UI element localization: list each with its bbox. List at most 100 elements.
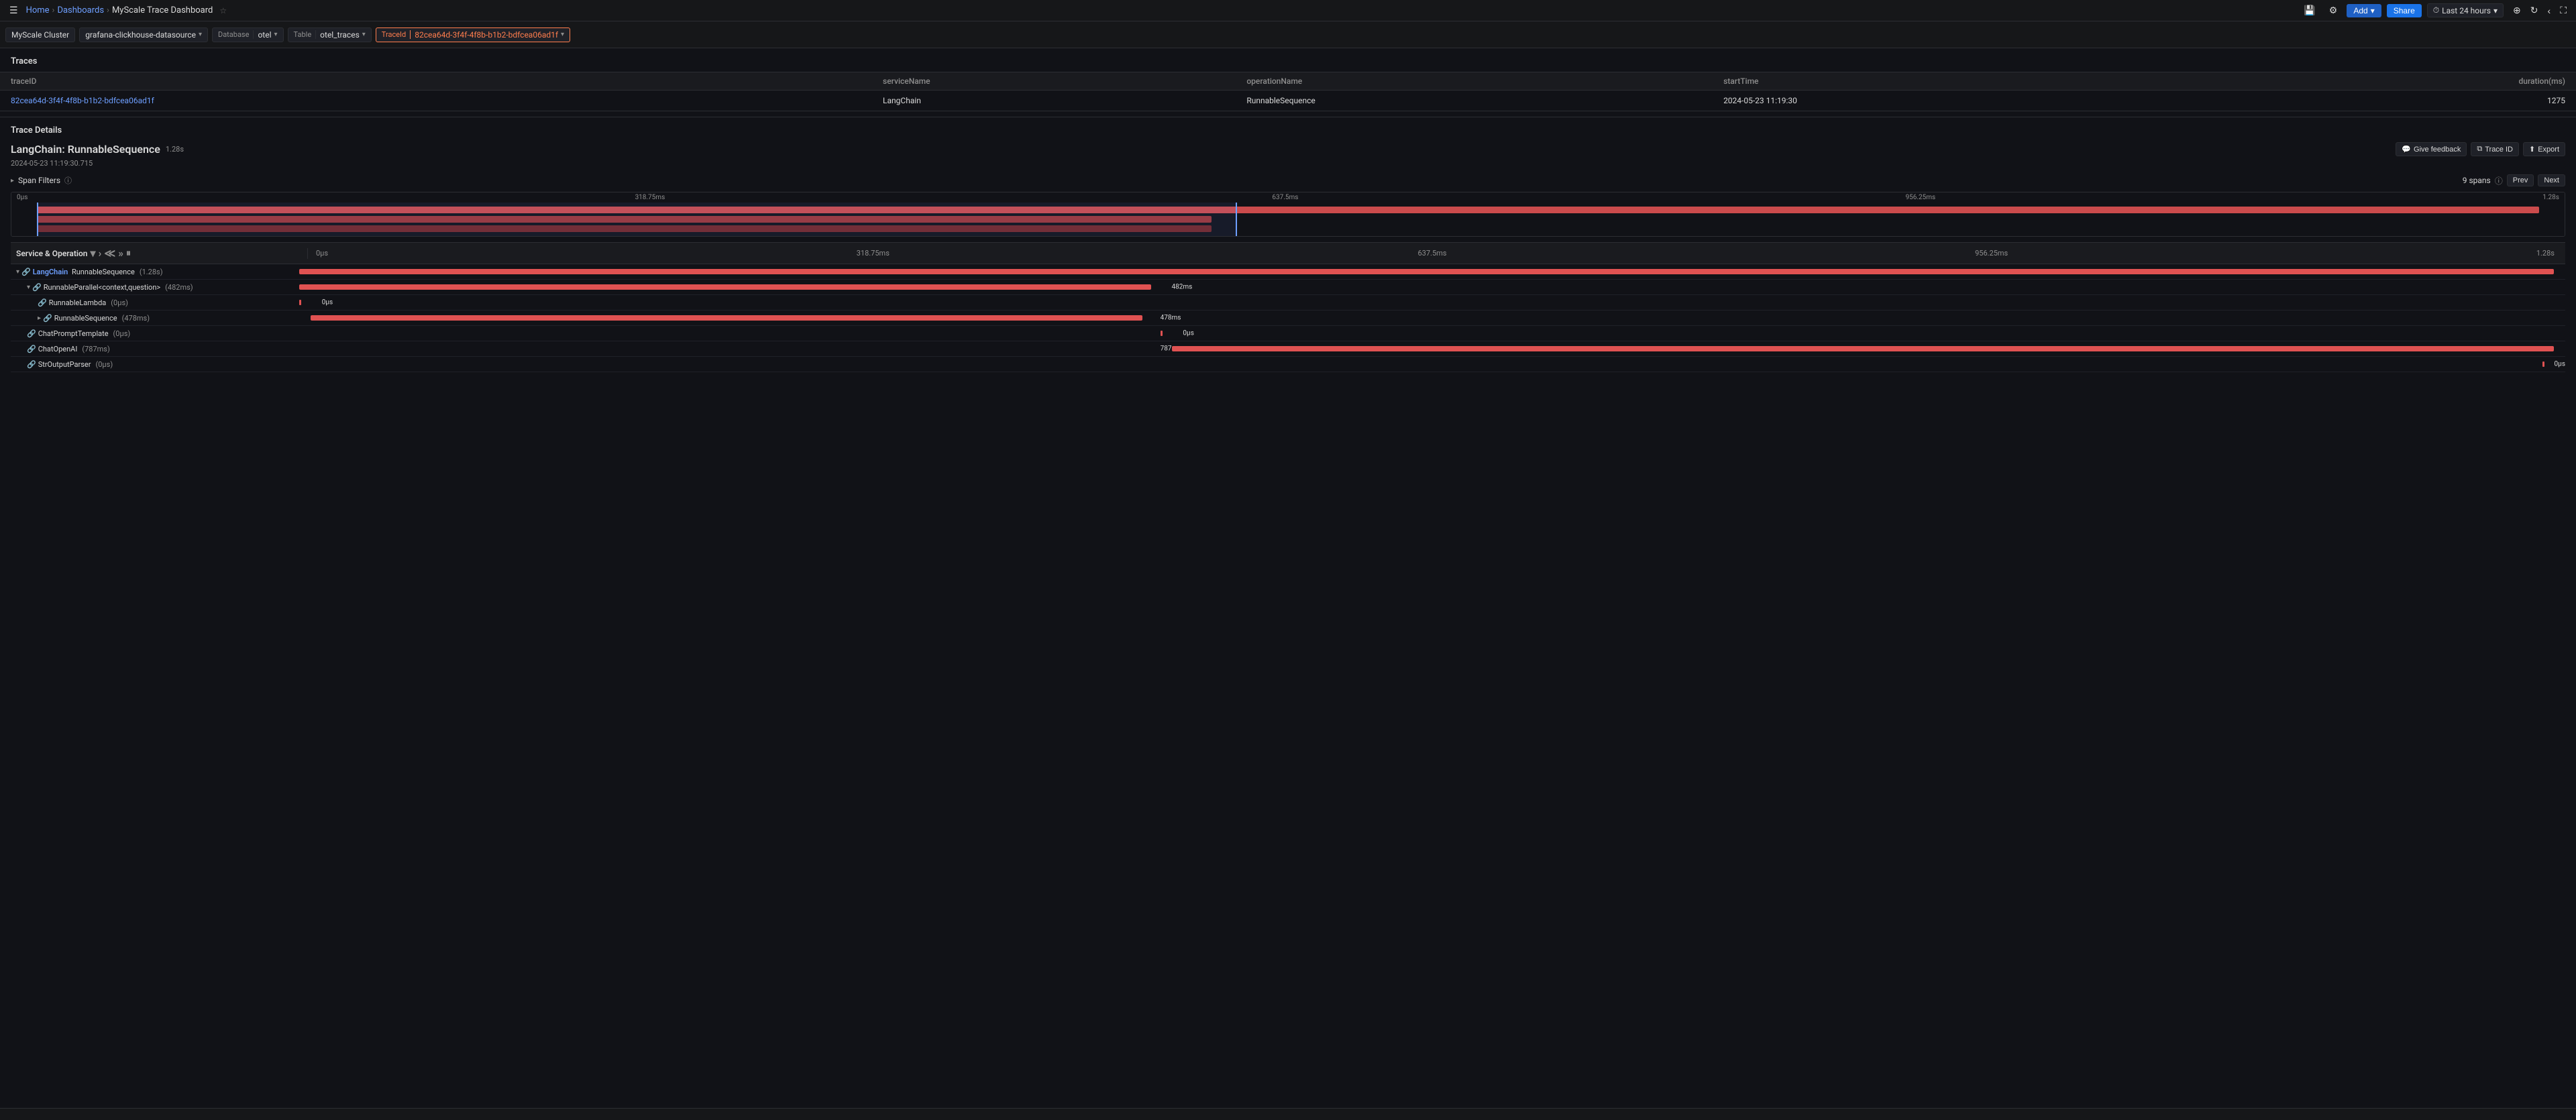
span-3-duration: (0μs): [111, 298, 128, 307]
add-button[interactable]: Add ▾: [2347, 4, 2381, 17]
breadcrumb-dashboards[interactable]: Dashboards: [57, 5, 104, 15]
span-1-duration: (1.28s): [140, 268, 163, 276]
span-filters-info-icon[interactable]: ⓘ: [64, 175, 72, 186]
time-range-selector[interactable]: ⏱ Last 24 hours ▾: [2427, 3, 2504, 17]
span-7-timeline: 0μs: [299, 357, 2565, 372]
span-5-op: ChatPromptTemplate: [38, 329, 109, 338]
span-row-2: ▾ 🔗 RunnableParallel<context,question> (…: [11, 280, 2565, 295]
ruler-3: 956.25ms: [1906, 194, 1936, 201]
refresh-button[interactable]: ↻: [2526, 3, 2542, 18]
span-2-collapse-icon[interactable]: ▾: [27, 284, 30, 291]
ruler-0: 0μs: [17, 194, 28, 201]
trace-details-panel: Trace Details LangChain: RunnableSequenc…: [0, 117, 2576, 380]
duration-cell: 1275: [2216, 91, 2576, 111]
next-button[interactable]: Next: [2538, 174, 2565, 186]
give-feedback-label: Give feedback: [2414, 146, 2461, 154]
save-icon-button[interactable]: 💾: [2300, 3, 2319, 18]
span-row-7: 🔗 StrOutputParser (0μs) 0μs: [11, 357, 2565, 372]
col-duration: duration(ms): [2216, 72, 2576, 91]
traces-panel: Traces traceID serviceName operationName…: [0, 48, 2576, 117]
span-row-5-name: 🔗 ChatPromptTemplate (0μs): [11, 327, 299, 340]
datasource-label: grafana-clickhouse-datasource: [85, 30, 196, 40]
collapse-icon[interactable]: ≪: [104, 247, 115, 260]
col-time-1: 318.75ms: [857, 249, 890, 258]
export-icon: ⬆: [2529, 145, 2535, 154]
fullscreen-button[interactable]: ⛶: [2556, 3, 2571, 18]
col-service-text: Service & Operation: [16, 249, 88, 258]
expand-all-icon[interactable]: »: [118, 247, 123, 260]
span-filters-label[interactable]: Span Filters: [18, 176, 60, 185]
table-chevron-icon: ▾: [362, 31, 366, 38]
datasource-pill[interactable]: grafana-clickhouse-datasource ▾: [79, 27, 208, 42]
col-time-0: 0μs: [316, 249, 328, 258]
expand-next-icon[interactable]: ›: [99, 247, 102, 260]
span-table-header: Service & Operation ▾ › ≪ » ⏸ 0μs 318.75…: [11, 242, 2565, 264]
spans-info-icon[interactable]: ⓘ: [2495, 175, 2503, 186]
span-2-label: 482ms: [1172, 284, 1193, 291]
query-toolbar: MyScale Cluster grafana-clickhouse-datas…: [0, 21, 2576, 48]
span-6-timeline: 787ms: [299, 341, 2565, 356]
pause-icon[interactable]: ⏸: [126, 248, 131, 259]
traces-table: traceID serviceName operationName startT…: [0, 72, 2576, 111]
span-7-link-icon[interactable]: 🔗: [27, 360, 36, 369]
trace-id-link[interactable]: 82cea64d-3f4f-4f8b-b1b2-bdfcea06ad1f: [11, 96, 154, 105]
start-time-cell: 2024-05-23 11:19:30: [1713, 91, 2216, 111]
table-pill: Table otel_traces ▾: [288, 27, 372, 42]
span-7-label: 0μs: [2555, 361, 2565, 368]
traceid-value: 82cea64d-3f4f-4f8b-b1b2-bdfcea06ad1f: [415, 30, 558, 40]
span-1-link-icon[interactable]: 🔗: [21, 268, 31, 276]
span-7-bar: [2542, 361, 2544, 367]
span-6-link-icon[interactable]: 🔗: [27, 345, 36, 353]
export-button[interactable]: ⬆ Export: [2523, 142, 2565, 156]
main-content: Traces traceID serviceName operationName…: [0, 48, 2576, 1120]
prev-button[interactable]: Prev: [2507, 174, 2534, 186]
col-time-2: 637.5ms: [1418, 249, 1447, 258]
span-3-op: RunnableLambda: [49, 298, 107, 307]
traceid-label: TraceId: [382, 30, 411, 39]
topbar-right-actions: 💾 ⚙ Add ▾ Share ⏱ Last 24 hours ▾ ⊕ ↻ ‹ …: [2300, 3, 2571, 18]
collapse-panel-button[interactable]: ‹: [2544, 3, 2555, 18]
span-filters-expand-icon[interactable]: ▸: [11, 177, 14, 184]
span-2-link-icon[interactable]: 🔗: [32, 283, 42, 292]
span-4-link-icon[interactable]: 🔗: [43, 314, 52, 323]
span-5-link-icon[interactable]: 🔗: [27, 329, 36, 338]
span-4-bar: [311, 315, 1142, 321]
favorite-star-icon[interactable]: ☆: [219, 6, 227, 15]
span-3-link-icon[interactable]: 🔗: [38, 298, 47, 307]
span-row-5: 🔗 ChatPromptTemplate (0μs) 0μs: [11, 326, 2565, 341]
span-1-op: RunnableSequence: [70, 268, 135, 276]
zoom-in-button[interactable]: ⊕: [2509, 3, 2525, 18]
trace-id-copy-button[interactable]: ⧉ Trace ID: [2471, 142, 2519, 156]
span-row-2-name: ▾ 🔗 RunnableParallel<context,question> (…: [11, 281, 299, 294]
gear-icon-button[interactable]: ⚙: [2325, 3, 2342, 18]
hamburger-menu[interactable]: ☰: [5, 3, 22, 18]
trace-actions: 💬 Give feedback ⧉ Trace ID ⬆ Export: [2396, 142, 2565, 156]
cluster-pill[interactable]: MyScale Cluster: [5, 27, 75, 42]
db-chevron-icon: ▾: [274, 31, 278, 38]
breadcrumb: Home › Dashboards › MyScale Trace Dashbo…: [26, 5, 213, 15]
span-1-collapse-icon[interactable]: ▾: [16, 268, 19, 276]
span-row-6: 🔗 ChatOpenAI (787ms) 787ms: [11, 341, 2565, 357]
trace-name-text: LangChain: RunnableSequence: [11, 143, 160, 156]
export-label: Export: [2538, 146, 2559, 154]
add-label: Add: [2353, 6, 2367, 15]
span-row-7-name: 🔗 StrOutputParser (0μs): [11, 358, 299, 371]
service-name-cell: LangChain: [872, 91, 1236, 111]
col-operationname: operationName: [1236, 72, 1713, 91]
ruler-4: 1.28s: [2542, 194, 2559, 201]
db-label: Database: [218, 30, 254, 39]
span-4-label: 478ms: [1161, 315, 1181, 322]
collapse-all-icon[interactable]: ▾: [91, 247, 96, 260]
span-col-divider: [307, 248, 308, 259]
table-label: Table: [294, 30, 317, 39]
span-6-op: ChatOpenAI: [38, 345, 78, 353]
breadcrumb-home[interactable]: Home: [26, 5, 50, 15]
span-4-expand-icon[interactable]: ▸: [38, 315, 41, 322]
give-feedback-button[interactable]: 💬 Give feedback: [2396, 142, 2467, 156]
col-time-4: 1.28s: [2536, 249, 2555, 258]
span-6-duration: (787ms): [82, 345, 109, 353]
timeline-chart: 0μs 318.75ms 637.5ms 956.25ms 1.28s: [11, 192, 2565, 237]
share-button[interactable]: Share: [2387, 4, 2422, 17]
span-row-3-name: 🔗 RunnableLambda (0μs): [11, 296, 299, 309]
breadcrumb-sep-2: ›: [107, 5, 109, 15]
